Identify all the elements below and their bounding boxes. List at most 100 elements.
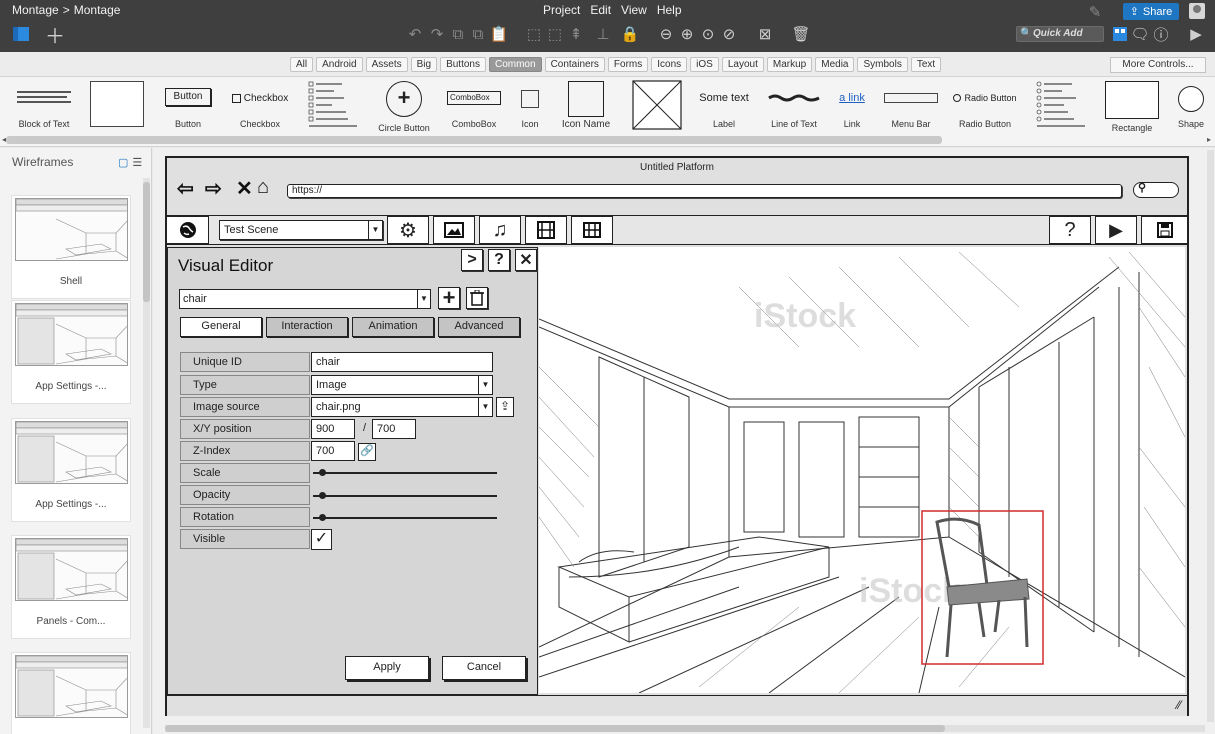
grid-button[interactable] <box>571 216 613 244</box>
save-button[interactable] <box>1141 216 1187 244</box>
library-combobox[interactable]: ComboBox ComboBox <box>444 77 504 145</box>
type-select[interactable]: Image ▼ <box>311 375 493 395</box>
tab-animation[interactable]: Animation <box>352 317 434 337</box>
bring-front-icon[interactable]: ⇞ <box>567 25 585 43</box>
quick-add-input[interactable]: 🔍 Quick Add <box>1016 26 1104 42</box>
library-link[interactable]: a link Link <box>834 77 870 145</box>
link-toggle-button[interactable]: 🔗 <box>358 443 376 461</box>
menu-help[interactable]: Help <box>657 3 682 17</box>
zoom-out-icon[interactable]: ⊖ <box>657 25 675 43</box>
tab-interaction[interactable]: Interaction <box>266 317 348 337</box>
back-arrow-icon[interactable]: ⇦ <box>177 176 194 201</box>
tab-all[interactable]: All <box>290 57 314 72</box>
ui-library-icon[interactable] <box>1111 25 1129 43</box>
wireframe-thumbnail[interactable]: Panels - Com... <box>11 535 131 639</box>
tab-assets[interactable]: Assets <box>365 57 408 72</box>
library-icon[interactable]: Icon <box>515 77 545 145</box>
image-button[interactable] <box>433 216 475 244</box>
tab-ios[interactable]: iOS <box>690 57 719 72</box>
library-scrollbar[interactable] <box>6 136 942 144</box>
canvas-vertical-scrollbar[interactable] <box>1207 150 1214 722</box>
mockup-window[interactable]: Untitled Platform ⇦ ⇨ ✕ ⌂ https:// ⚲ Tes… <box>165 156 1189 716</box>
tab-forms[interactable]: Forms <box>607 57 649 72</box>
library-image[interactable] <box>630 77 684 145</box>
list-view-icon[interactable]: ☰ <box>132 156 142 169</box>
tab-android[interactable]: Android <box>316 57 363 72</box>
trash-icon[interactable]: 🗑 <box>791 25 810 43</box>
tab-general[interactable]: General <box>180 317 262 337</box>
add-object-button[interactable]: + <box>438 285 460 310</box>
ungroup-icon[interactable]: ⬚ <box>546 25 564 43</box>
wireframes-scrollbar[interactable] <box>143 178 150 728</box>
chair-icon[interactable] <box>935 517 1030 658</box>
library-browser-window[interactable] <box>88 77 146 145</box>
tab-symbols[interactable]: Symbols <box>857 57 908 72</box>
globe-button[interactable] <box>167 216 209 244</box>
scale-slider[interactable] <box>313 469 497 476</box>
rotation-slider[interactable] <box>313 514 497 521</box>
library-checkbox-group[interactable] <box>306 77 362 145</box>
align-icon[interactable]: ⊥ <box>594 25 612 43</box>
library-line-of-text[interactable]: Line of Text <box>764 77 824 145</box>
tab-icons[interactable]: Icons <box>651 57 688 72</box>
image-source-select[interactable]: chair.png ▼ <box>311 397 493 417</box>
canvas-horizontal-scrollbar[interactable] <box>165 725 1205 732</box>
edit-pen-icon[interactable]: ✎ <box>1086 3 1104 21</box>
library-radio-group[interactable] <box>1034 77 1090 145</box>
wireframe-thumbnail[interactable] <box>11 652 131 734</box>
editor-close-button[interactable]: ✕ <box>515 249 537 271</box>
library-label-component[interactable]: Some text Label <box>694 77 754 145</box>
group-icon[interactable]: ⬚ <box>525 25 543 43</box>
slider-handle[interactable] <box>319 514 326 521</box>
grid-view-icon[interactable]: ▢ <box>118 156 128 169</box>
zindex-field[interactable]: 700 <box>311 441 355 461</box>
tab-markup[interactable]: Markup <box>766 57 813 72</box>
tab-text[interactable]: Text <box>910 57 942 72</box>
tab-media[interactable]: Media <box>815 57 855 72</box>
visible-checkbox[interactable]: ✓ <box>311 529 332 550</box>
zoom-in-icon[interactable]: ⊕ <box>678 25 696 43</box>
editor-help-button[interactable]: ? <box>488 249 510 271</box>
wireframe-thumbnail[interactable]: Shell <box>11 195 131 299</box>
share-button[interactable]: ⇪ Share <box>1123 3 1179 20</box>
unique-id-field[interactable]: chair <box>311 352 493 372</box>
opacity-slider[interactable] <box>313 492 497 499</box>
more-controls-button[interactable]: More Controls... <box>1110 57 1206 73</box>
home-icon[interactable]: ⌂ <box>257 176 269 199</box>
breadcrumb-page[interactable]: Montage <box>74 3 121 17</box>
settings-button[interactable]: ⚙ <box>387 216 429 244</box>
add-wireframe-icon[interactable]: ＋ <box>45 25 65 48</box>
help-button[interactable]: ? <box>1049 216 1091 244</box>
tab-buttons[interactable]: Buttons <box>440 57 486 72</box>
tab-containers[interactable]: Containers <box>544 57 605 72</box>
video-button[interactable] <box>525 216 567 244</box>
object-search-combobox[interactable]: chair ▼ <box>179 289 431 309</box>
scene-select[interactable]: Test Scene ▼ <box>219 220 383 240</box>
library-menu-bar[interactable]: Menu Bar <box>882 77 940 145</box>
y-position-field[interactable]: 700 <box>372 419 416 439</box>
copy-icon[interactable]: ⧉ <box>449 25 467 43</box>
play-button[interactable]: ▶ <box>1095 216 1137 244</box>
upload-button[interactable]: ⇪ <box>496 397 514 417</box>
close-x-icon[interactable]: ✕ <box>236 176 253 201</box>
library-button[interactable]: Button Button <box>160 77 216 145</box>
tab-layout[interactable]: Layout <box>721 57 764 72</box>
redo-icon[interactable]: ↷ <box>428 25 446 43</box>
zoom-fit-icon[interactable]: ⊘ <box>720 25 738 43</box>
tab-common[interactable]: Common <box>488 57 542 72</box>
slider-handle[interactable] <box>319 492 326 499</box>
library-circle-button[interactable]: + Circle Button <box>374 77 434 145</box>
slider-handle[interactable] <box>319 469 326 476</box>
library-icon-name[interactable]: Icon Name <box>556 77 616 145</box>
comments-icon[interactable]: 🗨 <box>1130 25 1149 43</box>
library-radio-button[interactable]: Radio Button Radio Button <box>953 77 1017 145</box>
tab-big[interactable]: Big <box>410 57 438 72</box>
present-icon[interactable]: ▶ <box>1187 25 1205 43</box>
scene-stage[interactable]: iStock iStock <box>539 247 1185 693</box>
menu-project[interactable]: Project <box>543 3 580 17</box>
info-icon[interactable]: ⓘ <box>1152 25 1170 44</box>
wireframes-toggle-icon[interactable] <box>12 25 30 43</box>
library-checkbox[interactable]: Checkbox Checkbox <box>228 77 292 145</box>
scroll-left-icon[interactable]: ◂ <box>2 135 6 144</box>
delete-icon[interactable]: ⊠ <box>756 25 774 43</box>
